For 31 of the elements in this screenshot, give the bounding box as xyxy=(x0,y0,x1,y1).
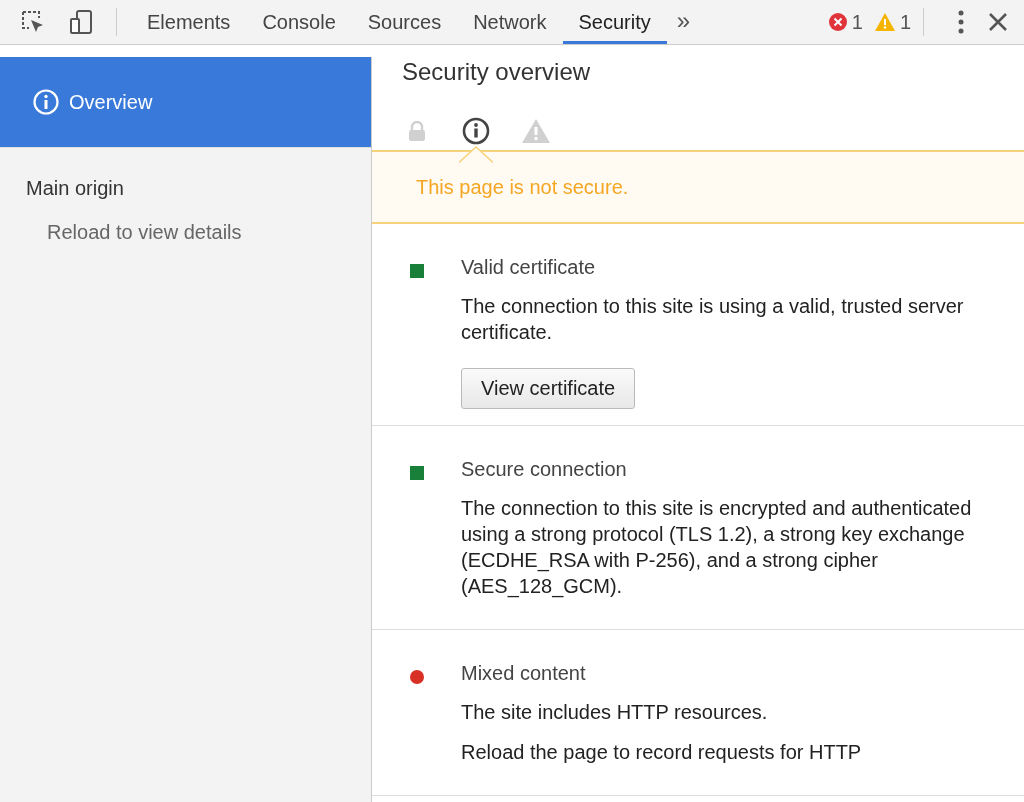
overview-label: Overview xyxy=(69,90,153,114)
banner-text: This page is not secure. xyxy=(416,175,629,199)
section-description: Reload the page to record requests for HTTP xyxy=(461,740,863,765)
section-title: Mixed content xyxy=(461,662,587,685)
section-title: Valid certificate xyxy=(461,256,597,279)
info-icon xyxy=(33,89,59,115)
section-description: The connection to this site is using a valid, trusted server certificate. xyxy=(461,294,965,345)
error-icon xyxy=(828,13,847,31)
error-count[interactable]: 1 xyxy=(851,10,863,34)
info-icon xyxy=(462,117,490,145)
warning-icon xyxy=(874,13,895,31)
device-icon[interactable] xyxy=(68,9,94,35)
reload-hint: Reload to view details xyxy=(46,220,243,244)
close-icon[interactable] xyxy=(988,12,1008,32)
more-options-icon[interactable] xyxy=(958,10,964,34)
panel-tab[interactable]: Security xyxy=(562,0,667,44)
overview-title: Security overview xyxy=(401,57,592,86)
main-origin-heading: Main origin xyxy=(25,176,125,200)
section-description: The connection to this site is encrypted and authenticated using a strong protocol (TLS 1.2), a strong key exchange (ECDHE_RSA with P-256), and a strong cipher (AES_128_GCM). xyxy=(461,496,973,599)
view-certificate-button[interactable]: View certificate xyxy=(461,368,636,409)
lock-icon xyxy=(408,121,426,141)
overview-item[interactable]: Overview xyxy=(0,57,371,148)
more-tabs-button[interactable]: » xyxy=(676,6,691,35)
panel-tab[interactable]: Sources xyxy=(351,0,458,44)
panel-tab[interactable]: Network xyxy=(457,0,563,44)
warning-count[interactable]: 1 xyxy=(899,10,911,34)
panel-tab[interactable]: Console xyxy=(246,0,352,44)
warning-icon xyxy=(522,119,550,143)
section-description: The site includes HTTP resources. xyxy=(461,700,769,725)
section-title: Secure connection xyxy=(461,458,628,481)
panel-tab[interactable]: Elements xyxy=(131,0,247,44)
